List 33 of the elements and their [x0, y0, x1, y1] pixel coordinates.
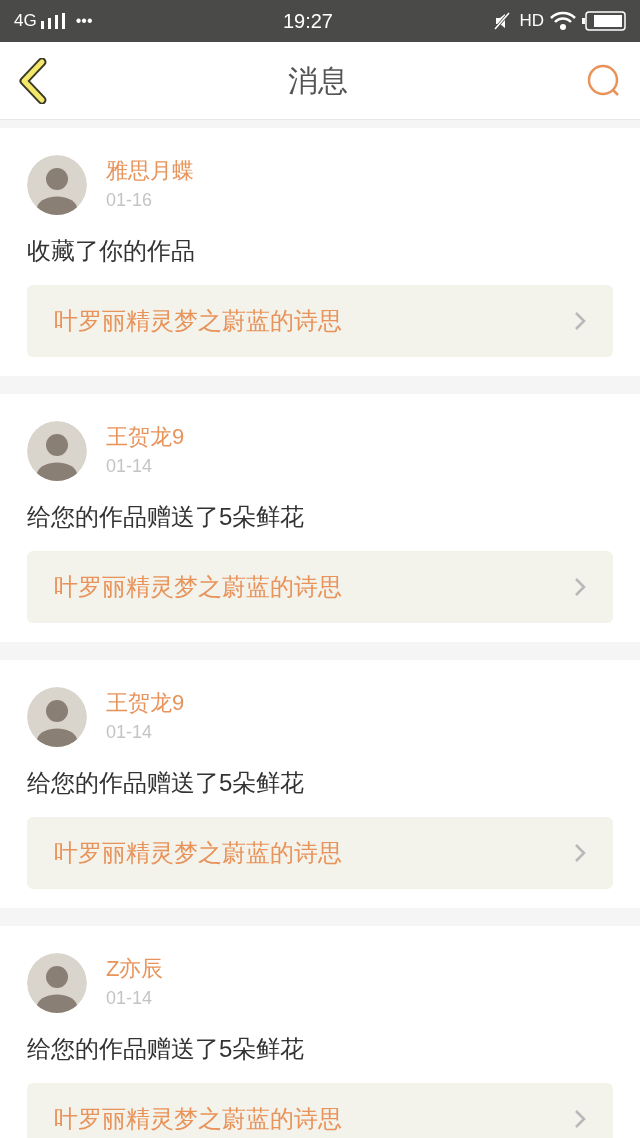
- work-link[interactable]: 叶罗丽精灵梦之蔚蓝的诗思: [27, 1083, 613, 1138]
- avatar-icon[interactable]: [27, 687, 87, 747]
- message-text: 给您的作品赠送了5朵鲜花: [27, 1034, 306, 1064]
- user-name[interactable]: 王贺龙9: [106, 422, 185, 452]
- message-date: 01-14: [106, 721, 154, 744]
- message-text: 给您的作品赠送了5朵鲜花: [27, 502, 306, 532]
- user-name[interactable]: 王贺龙9: [106, 688, 185, 718]
- work-link[interactable]: 叶罗丽精灵梦之蔚蓝的诗思: [27, 551, 613, 623]
- hd-label: HD: [519, 10, 544, 33]
- avatar-icon[interactable]: [27, 155, 87, 215]
- work-link[interactable]: 叶罗丽精灵梦之蔚蓝的诗思: [27, 817, 613, 889]
- user-name[interactable]: 雅思月蝶: [106, 156, 194, 186]
- message-text: 收藏了你的作品: [27, 236, 196, 266]
- chevron-right-icon: [574, 1109, 586, 1129]
- avatar-icon[interactable]: [27, 421, 87, 481]
- clock: 19:27: [282, 9, 333, 34]
- signal-icon: [39, 13, 66, 29]
- message-date: 01-16: [106, 189, 154, 212]
- notification-dots: •••: [75, 11, 93, 31]
- message-text: 给您的作品赠送了5朵鲜花: [27, 768, 306, 798]
- user-name[interactable]: Z亦辰: [106, 954, 164, 984]
- chevron-right-icon: [574, 577, 586, 597]
- battery-icon: [582, 11, 626, 31]
- avatar-icon[interactable]: [27, 953, 87, 1013]
- page-title: 消息: [288, 63, 348, 99]
- chevron-right-icon: [574, 311, 586, 331]
- mute-icon: [493, 12, 512, 30]
- message-date: 01-14: [106, 455, 154, 478]
- work-link[interactable]: 叶罗丽精灵梦之蔚蓝的诗思: [27, 285, 613, 357]
- network-label: 4G: [14, 10, 37, 33]
- message-date: 01-14: [106, 987, 154, 1010]
- chevron-right-icon: [574, 843, 586, 863]
- wifi-icon: [550, 11, 576, 31]
